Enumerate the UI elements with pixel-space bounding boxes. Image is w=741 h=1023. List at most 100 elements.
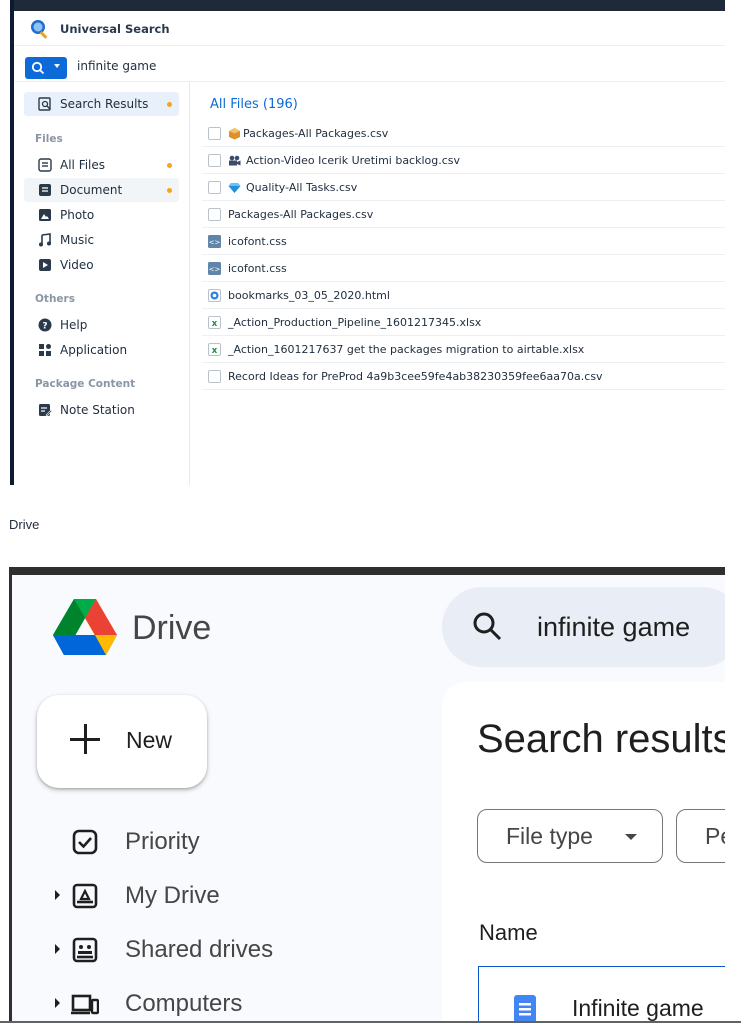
new-button[interactable]: New [37, 695, 207, 788]
sidebar-item-label: Application [60, 343, 128, 357]
search-scope-button[interactable] [25, 57, 67, 79]
svg-text:x: x [212, 319, 218, 329]
search-results-panel: Search results File type People Name Inf… [442, 682, 725, 1023]
search-icon[interactable] [472, 611, 502, 641]
checkbox-icon[interactable] [208, 181, 221, 194]
sidebar-item-photo[interactable]: Photo [24, 203, 179, 227]
chip-label: File type [506, 823, 593, 849]
diamond-icon [228, 183, 241, 193]
drive-window: Drive infinite game New Priority My Driv… [9, 567, 725, 1023]
checkbox-icon[interactable] [208, 127, 221, 140]
new-button-label: New [126, 727, 173, 753]
photo-icon [39, 209, 51, 221]
list-item[interactable]: Quality-All Tasks.csv [202, 174, 725, 201]
results-panel: All Files (196) Packages-All Packages.cs… [202, 82, 725, 485]
file-name: Action-Video Icerik Uretimi backlog.csv [246, 154, 461, 167]
drive-search-bar[interactable]: infinite game [442, 587, 725, 667]
column-header-name[interactable]: Name [479, 920, 538, 946]
list-item[interactable]: bookmarks_03_05_2020.html [202, 282, 725, 309]
status-dot [167, 188, 172, 193]
status-dot [167, 102, 172, 107]
nav-item-label: My Drive [125, 882, 220, 909]
computers-icon [71, 994, 99, 1015]
nav-item-priority[interactable]: Priority [9, 822, 439, 862]
chevron-down-icon [625, 834, 637, 840]
list-item[interactable]: Action-Video Icerik Uretimi backlog.csv [202, 147, 725, 174]
css-file-icon: <> [208, 235, 221, 248]
sidebar-item-label: Document [60, 183, 123, 197]
application-grid-icon [39, 344, 51, 356]
chip-label: People [705, 823, 725, 849]
sidebar-item-label: Search Results [60, 97, 149, 111]
google-docs-icon [514, 995, 536, 1023]
nav-item-computers[interactable]: Computers [9, 984, 439, 1023]
sidebar: Search Results Files All Files Document [14, 82, 190, 485]
css-file-icon: <> [208, 262, 221, 275]
file-name: Infinite game [572, 995, 704, 1021]
file-type-filter-chip[interactable]: File type [477, 809, 663, 863]
list-item[interactable]: Packages-All Packages.csv [202, 120, 725, 147]
plus-icon [70, 724, 100, 754]
list-item[interactable]: <> icofont.css [202, 255, 725, 282]
list-item[interactable]: x _Action_Production_Pipeline_1601217345… [202, 309, 725, 336]
search-input[interactable]: infinite game [77, 59, 156, 73]
people-filter-chip[interactable]: People [676, 809, 725, 863]
sidebar-item-search-results[interactable]: Search Results [24, 92, 179, 116]
package-icon [229, 128, 240, 140]
file-name: Packages-All Packages.csv [228, 208, 374, 221]
music-icon [39, 233, 51, 247]
sidebar-item-label: Note Station [60, 403, 135, 417]
sidebar-item-video[interactable]: Video [24, 253, 179, 277]
checkbox-icon[interactable] [208, 154, 221, 167]
expand-arrow-icon[interactable] [55, 944, 60, 954]
list-item[interactable]: Packages-All Packages.csv [202, 201, 725, 228]
search-results-icon [38, 97, 51, 111]
list-item[interactable]: x _Action_1601217637 get the packages mi… [202, 336, 725, 363]
nav-item-label: Priority [125, 828, 200, 855]
sidebar-item-note-station[interactable]: Note Station [24, 398, 179, 422]
sidebar-item-label: Photo [60, 208, 95, 222]
svg-text:?: ? [42, 322, 47, 332]
shared-drives-icon [72, 937, 98, 963]
file-name: Record Ideas for PreProd 4a9b3cee59fe4ab… [228, 370, 603, 383]
sidebar-item-music[interactable]: Music [24, 228, 179, 252]
search-icon [31, 61, 45, 75]
sidebar-item-label: Video [60, 258, 94, 272]
file-icon [208, 208, 221, 221]
status-dot [167, 163, 172, 168]
search-input[interactable]: infinite game [537, 612, 690, 643]
svg-text:x: x [212, 346, 218, 356]
section-files: Files [35, 133, 63, 145]
window-title: Universal Search [60, 22, 170, 36]
table-row[interactable]: Infinite game [478, 966, 725, 1023]
drive-logo-icon [53, 599, 117, 655]
excel-file-icon: x [208, 316, 221, 329]
search-bar: infinite game [14, 46, 725, 82]
sidebar-item-label: Music [60, 233, 95, 247]
page-title: Search results [477, 717, 725, 761]
window-top-edge [9, 567, 725, 575]
my-drive-icon [72, 883, 98, 909]
video-icon [39, 259, 51, 271]
expand-arrow-icon[interactable] [55, 998, 60, 1008]
nav-item-label: Shared drives [125, 936, 274, 963]
sidebar-item-all-files[interactable]: All Files [24, 153, 179, 177]
sidebar-item-label: All Files [60, 158, 106, 172]
chevron-down-icon [54, 64, 60, 68]
sidebar-item-application[interactable]: Application [24, 338, 179, 362]
universal-search-window: Universal Search infinite game Search Re… [10, 0, 725, 485]
results-title[interactable]: All Files (196) [210, 97, 298, 112]
sidebar-item-document[interactable]: Document [24, 178, 179, 202]
nav-item-shared-drives[interactable]: Shared drives [9, 930, 439, 970]
list-item[interactable]: <> icofont.css [202, 228, 725, 255]
sidebar-item-help[interactable]: ? Help [24, 313, 179, 337]
all-files-icon [38, 158, 52, 172]
svg-text:<>: <> [209, 266, 221, 274]
nav-item-my-drive[interactable]: My Drive [9, 876, 439, 916]
expand-arrow-icon[interactable] [55, 890, 60, 900]
file-name: icofont.css [228, 262, 287, 275]
note-station-icon [39, 404, 52, 417]
file-name: bookmarks_03_05_2020.html [228, 289, 390, 302]
list-item[interactable]: Record Ideas for PreProd 4a9b3cee59fe4ab… [202, 363, 725, 390]
file-name: Packages-All Packages.csv [243, 127, 389, 140]
